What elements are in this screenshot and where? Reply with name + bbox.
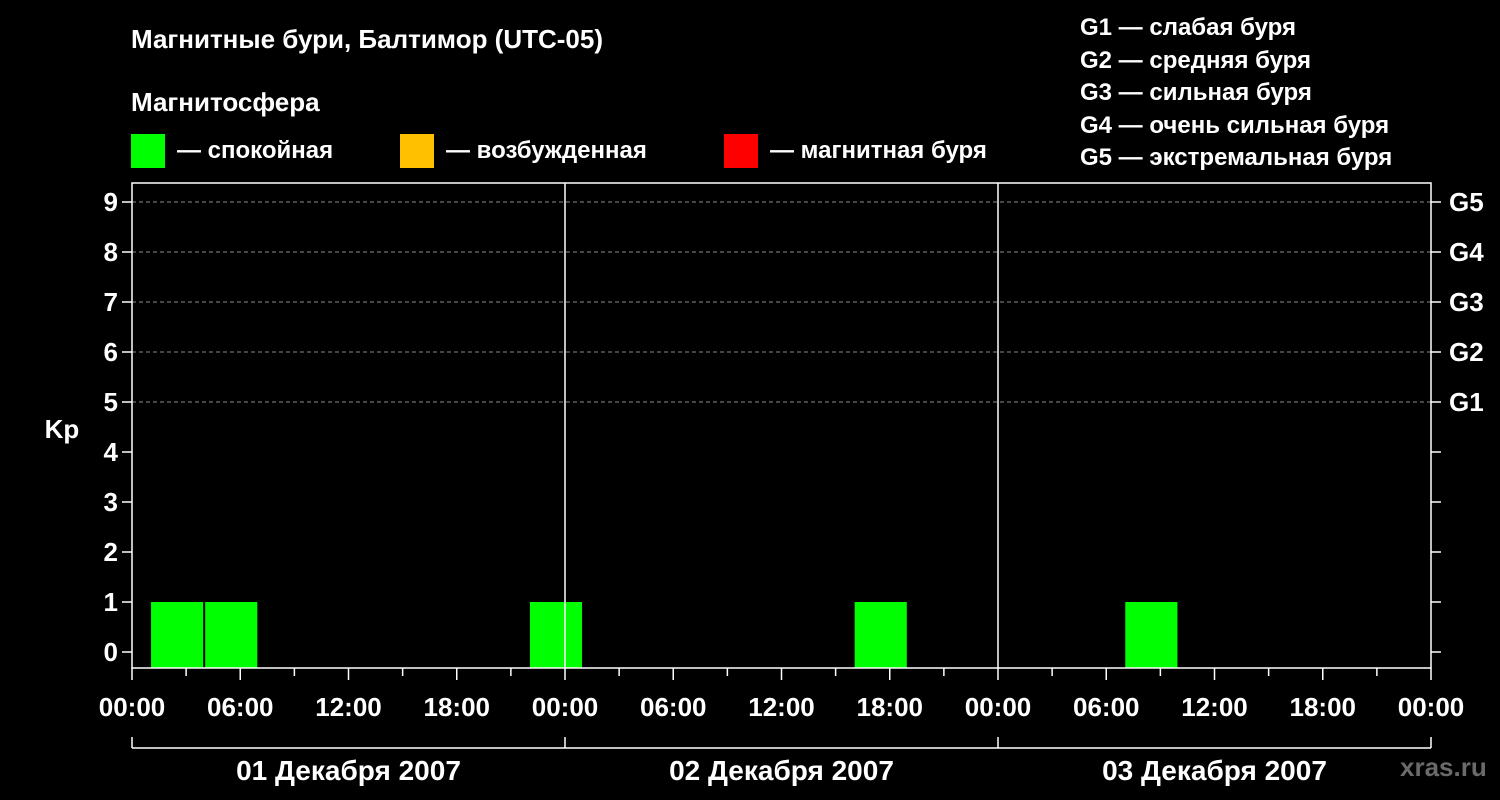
day-label: 01 Декабря 2007 bbox=[236, 755, 461, 786]
day-label: 03 Декабря 2007 bbox=[1102, 755, 1327, 786]
x-tick-label: 18:00 bbox=[857, 692, 924, 722]
y-tick-label: 0 bbox=[104, 637, 118, 667]
y-tick-label: 8 bbox=[104, 237, 118, 267]
axes: 0 1 2 3 4 5 6 7 8 9 G1 G2 G3 G4 G5 00:00 06:00 12:00 18:00… bbox=[99, 187, 1484, 786]
y-tick-label: 9 bbox=[104, 187, 118, 217]
y-tick-label: 3 bbox=[104, 487, 118, 517]
x-tick-label: 06:00 bbox=[640, 692, 707, 722]
g-level-label: G5 bbox=[1449, 187, 1484, 217]
y-tick-label: 4 bbox=[104, 437, 119, 467]
y-tick-label: 7 bbox=[104, 287, 118, 317]
kp-chart: 0 1 2 3 4 5 6 7 8 9 G1 G2 G3 G4 G5 00:00 06:00 12:00 18:00… bbox=[45, 182, 1484, 786]
g-level-label: G3 bbox=[1449, 287, 1484, 317]
g-level-label: G1 bbox=[1449, 387, 1484, 417]
x-tick-label: 00:00 bbox=[965, 692, 1032, 722]
kp-bar bbox=[529, 602, 583, 668]
kp-bar bbox=[854, 602, 907, 668]
kp-bar bbox=[205, 602, 258, 668]
x-tick-label: 00:00 bbox=[99, 692, 166, 722]
x-tick-label: 12:00 bbox=[315, 692, 382, 722]
y-tick-label: 1 bbox=[104, 587, 118, 617]
x-tick-label: 00:00 bbox=[1398, 692, 1465, 722]
grid-lines bbox=[132, 201, 1431, 403]
x-tick-label: 06:00 bbox=[207, 692, 274, 722]
x-tick-label: 06:00 bbox=[1073, 692, 1140, 722]
kp-bar bbox=[151, 602, 204, 668]
kp-bar bbox=[1125, 602, 1178, 668]
x-tick-label: 12:00 bbox=[1181, 692, 1248, 722]
y-tick-label: 2 bbox=[104, 537, 118, 567]
x-tick-label: 18:00 bbox=[1290, 692, 1357, 722]
plot-frame bbox=[131, 182, 1432, 669]
g-level-label: G4 bbox=[1449, 237, 1484, 267]
watermark: xras.ru bbox=[1400, 752, 1487, 782]
y-axis-label: Kp bbox=[45, 414, 80, 444]
plot-border bbox=[131, 182, 1432, 669]
kp-bars bbox=[151, 602, 1178, 668]
x-tick-label: 18:00 bbox=[424, 692, 491, 722]
y-tick-label: 6 bbox=[104, 337, 118, 367]
x-tick-label: 12:00 bbox=[748, 692, 815, 722]
day-label: 02 Декабря 2007 bbox=[669, 755, 894, 786]
g-level-label: G2 bbox=[1449, 337, 1484, 367]
y-tick-label: 5 bbox=[104, 387, 118, 417]
x-tick-label: 00:00 bbox=[532, 692, 599, 722]
